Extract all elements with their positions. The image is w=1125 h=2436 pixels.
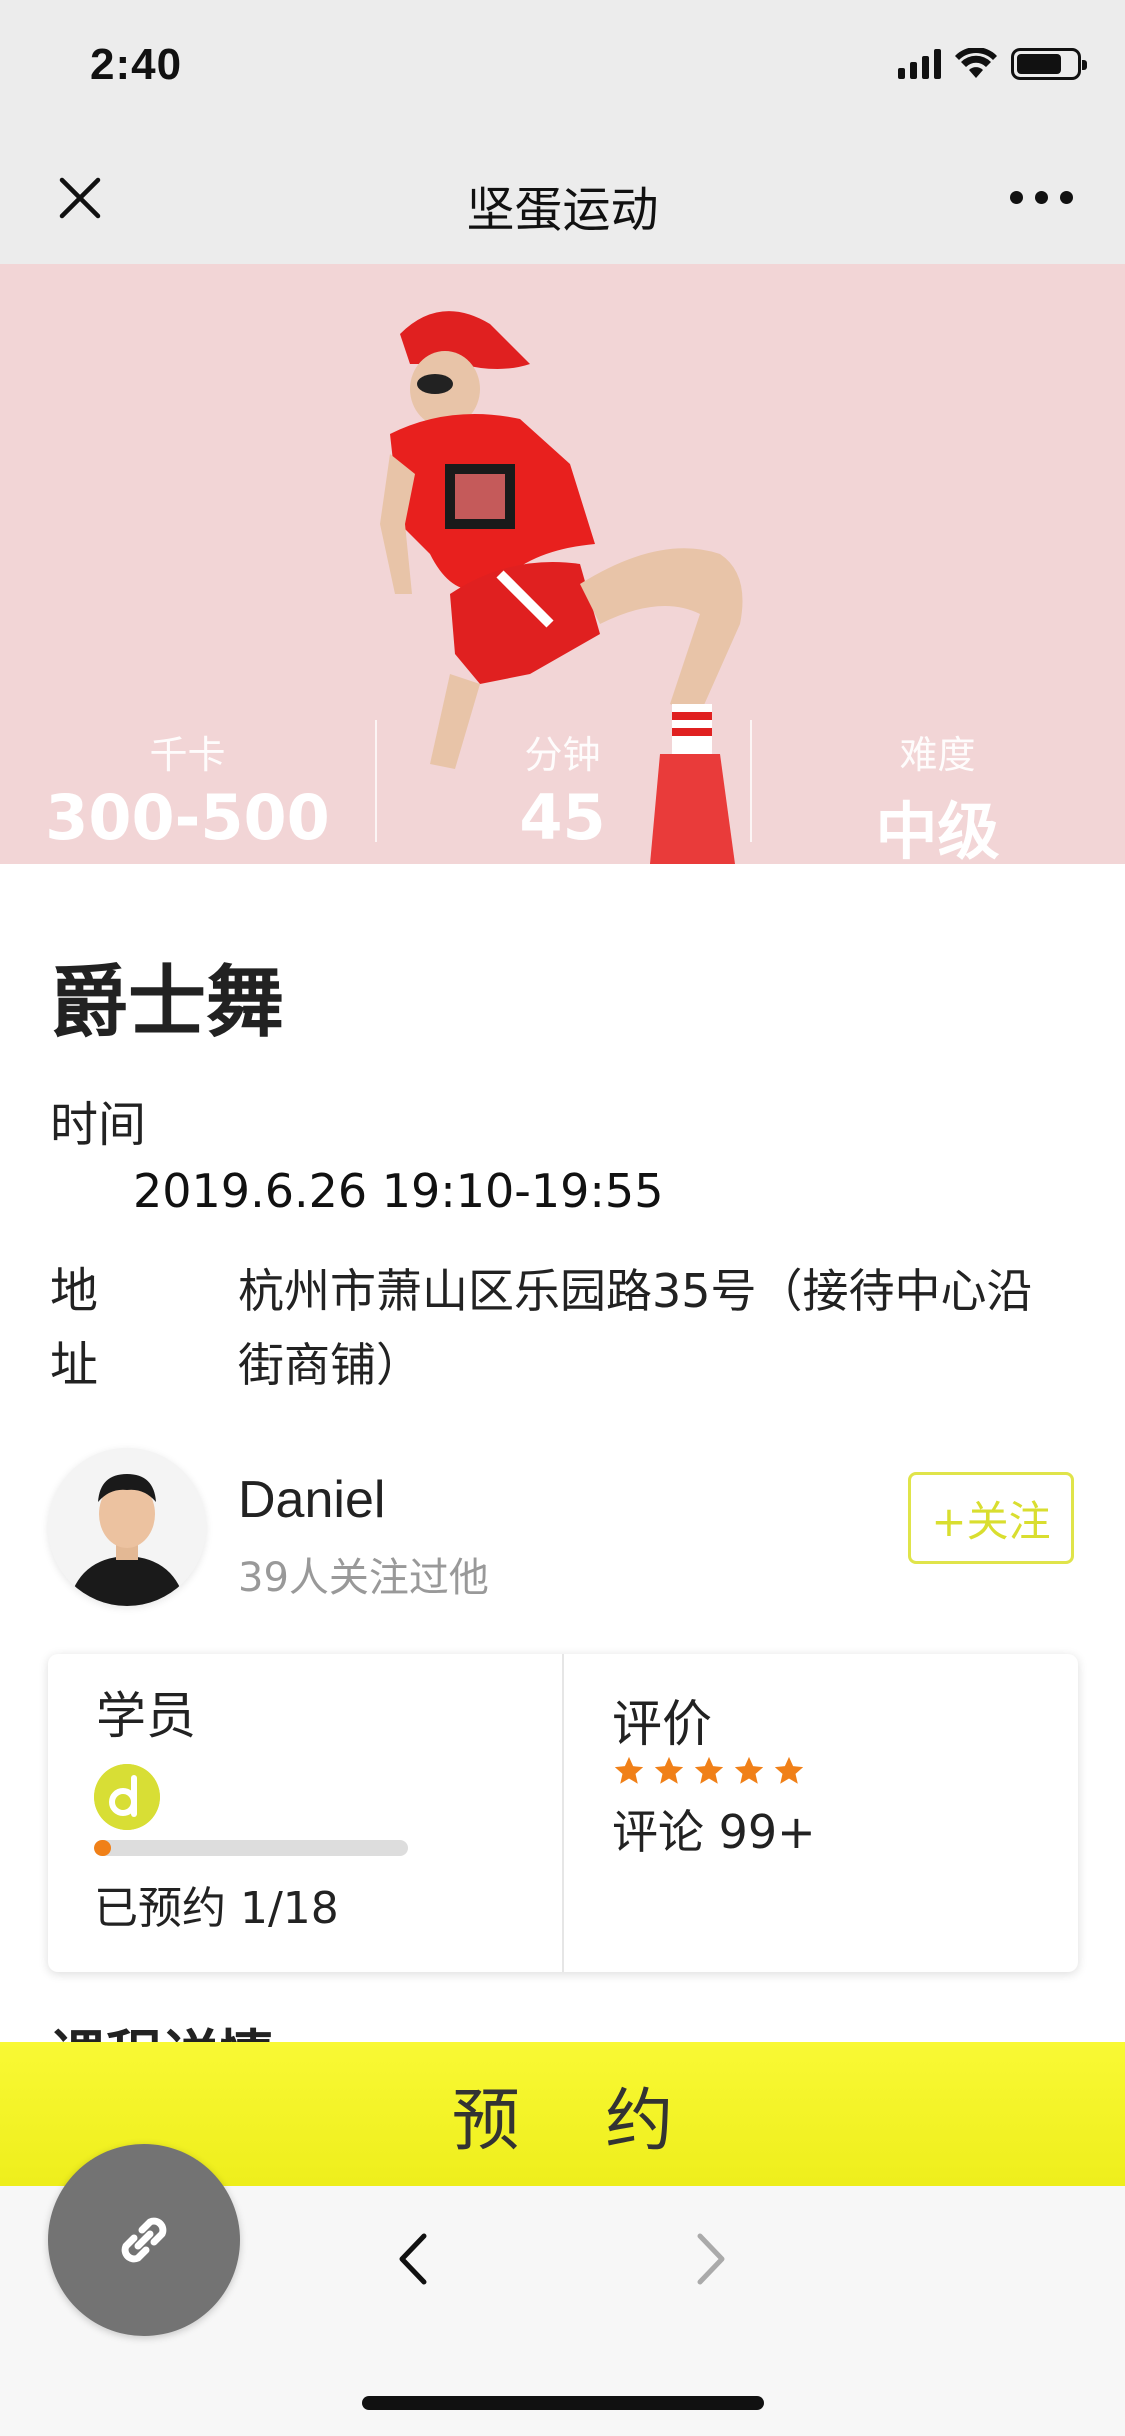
address-value[interactable]: 杭州市萧山区乐园路35号（接待中心沿街商铺） bbox=[238, 1254, 1078, 1402]
stat-calories: 千卡 300-500 bbox=[0, 700, 375, 864]
battery-icon bbox=[1011, 48, 1087, 80]
coach-avatar[interactable] bbox=[48, 1448, 206, 1606]
book-button-label: 预 约 bbox=[451, 2081, 706, 2161]
follow-button[interactable]: +关注 bbox=[908, 1472, 1074, 1564]
home-indicator bbox=[362, 2396, 764, 2410]
cellular-signal-icon bbox=[898, 49, 941, 79]
info-card: 学员 已预约 1/18 评价 评论 99+ bbox=[48, 1654, 1078, 1972]
booking-progress-fill bbox=[94, 1840, 112, 1856]
students-title: 学员 bbox=[96, 1687, 196, 1745]
reviews-panel[interactable]: 评价 评论 99+ bbox=[562, 1654, 1078, 1972]
coach-photo bbox=[48, 1448, 206, 1606]
stat-label: 千卡 bbox=[149, 733, 226, 777]
coach-name[interactable]: Daniel bbox=[238, 1470, 385, 1530]
course-title: 爵士舞 bbox=[50, 958, 285, 1048]
review-count: 评论 99+ bbox=[612, 1805, 816, 1859]
stat-label: 分钟 bbox=[524, 733, 601, 777]
star-icon bbox=[774, 1756, 804, 1784]
address-label: 地址 bbox=[50, 1263, 99, 1393]
booked-count: 已预约 1/18 bbox=[94, 1883, 339, 1934]
status-icons bbox=[898, 48, 1087, 80]
nav-bar: 坚蛋运动 bbox=[0, 132, 1125, 264]
status-bar: 2:40 bbox=[0, 0, 1125, 132]
course-stats: 千卡 300-500 分钟 45 难度 中级 bbox=[0, 700, 1125, 864]
link-icon bbox=[121, 2217, 167, 2263]
stat-value: 中级 bbox=[875, 795, 1000, 864]
star-icon bbox=[694, 1756, 724, 1784]
stat-minutes: 分钟 45 bbox=[375, 700, 750, 864]
reviews-title: 评价 bbox=[612, 1695, 712, 1753]
student-avatar-icon bbox=[94, 1764, 160, 1830]
wifi-icon bbox=[955, 48, 997, 78]
forward-arrow-icon[interactable] bbox=[686, 2224, 736, 2294]
star-icon bbox=[614, 1756, 644, 1784]
booking-progress-bar bbox=[94, 1840, 408, 1856]
students-panel[interactable]: 学员 已预约 1/18 bbox=[48, 1654, 562, 1972]
course-hero: 千卡 300-500 分钟 45 难度 中级 bbox=[0, 264, 1125, 864]
more-icon[interactable] bbox=[1001, 182, 1081, 212]
stat-difficulty: 难度 中级 bbox=[750, 700, 1125, 864]
stat-value: 45 bbox=[519, 781, 606, 854]
link-button[interactable] bbox=[48, 2144, 240, 2336]
section-title-peek: 课程详情 bbox=[50, 2012, 274, 2042]
coach-followers: 39人关注过他 bbox=[238, 1555, 489, 1601]
page-title: 坚蛋运动 bbox=[466, 182, 659, 238]
star-icon bbox=[734, 1756, 764, 1784]
back-arrow-icon[interactable] bbox=[388, 2224, 438, 2294]
stat-label: 难度 bbox=[899, 733, 976, 777]
time-label: 时间 bbox=[50, 1097, 147, 1153]
time-value: 2019.6.26 19:10-19:55 bbox=[133, 1164, 664, 1218]
status-time: 2:40 bbox=[90, 40, 183, 89]
rating-stars bbox=[612, 1754, 806, 1788]
star-icon bbox=[654, 1756, 684, 1784]
stat-value: 300-500 bbox=[45, 781, 330, 854]
